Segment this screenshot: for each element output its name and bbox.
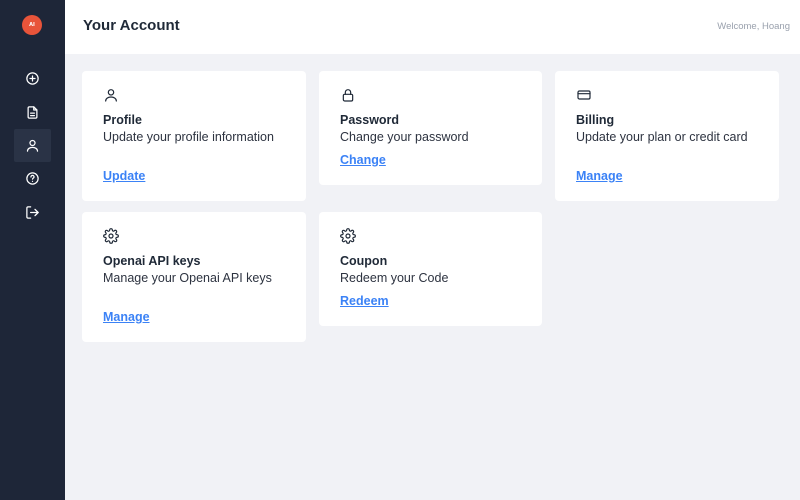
- logout-icon: [26, 206, 39, 219]
- lock-icon: [340, 87, 356, 103]
- change-link[interactable]: Change: [340, 153, 386, 167]
- gear-icon: [340, 228, 356, 244]
- sidebar: AI: [0, 0, 65, 500]
- card-description: Update your plan or credit card: [576, 130, 748, 144]
- card-description: Update your profile information: [103, 130, 274, 144]
- card-title: Openai API keys: [103, 254, 201, 268]
- card-title: Profile: [103, 113, 142, 127]
- sidebar-item-add[interactable]: [14, 62, 51, 95]
- coupon-card: Coupon Redeem your Code Redeem: [319, 212, 542, 326]
- card-title: Password: [340, 113, 400, 127]
- header: Your Account Welcome, Hoang: [65, 0, 800, 54]
- manage-billing-link[interactable]: Manage: [576, 169, 623, 183]
- card-description: Manage your Openai API keys: [103, 271, 272, 285]
- card-description: Redeem your Code: [340, 271, 449, 285]
- billing-card: Billing Update your plan or credit card …: [555, 71, 779, 201]
- password-card: Password Change your password Change: [319, 71, 542, 185]
- plus-circle-icon: [26, 72, 39, 85]
- update-link[interactable]: Update: [103, 169, 145, 183]
- sidebar-item-help[interactable]: [14, 162, 51, 195]
- logo-text: AI: [29, 21, 35, 28]
- user-icon: [103, 87, 119, 103]
- gear-icon: [103, 228, 119, 244]
- sidebar-item-documents[interactable]: [14, 96, 51, 129]
- card-title: Coupon: [340, 254, 388, 268]
- sidebar-item-logout[interactable]: [14, 196, 51, 229]
- card-description: Change your password: [340, 130, 469, 144]
- question-circle-icon: [26, 172, 39, 185]
- profile-card: Profile Update your profile information …: [82, 71, 306, 201]
- document-icon: [27, 106, 38, 119]
- page-title: Your Account: [83, 17, 180, 34]
- manage-api-keys-link[interactable]: Manage: [103, 310, 150, 324]
- user-icon: [26, 139, 39, 152]
- redeem-link[interactable]: Redeem: [340, 294, 389, 308]
- welcome-text: Welcome, Hoang: [717, 21, 790, 32]
- card-title: Billing: [576, 113, 615, 127]
- openai-api-keys-card: Openai API keys Manage your Openai API k…: [82, 212, 306, 342]
- sidebar-item-account[interactable]: [14, 129, 51, 162]
- credit-card-icon: [576, 87, 592, 103]
- logo[interactable]: AI: [22, 15, 42, 35]
